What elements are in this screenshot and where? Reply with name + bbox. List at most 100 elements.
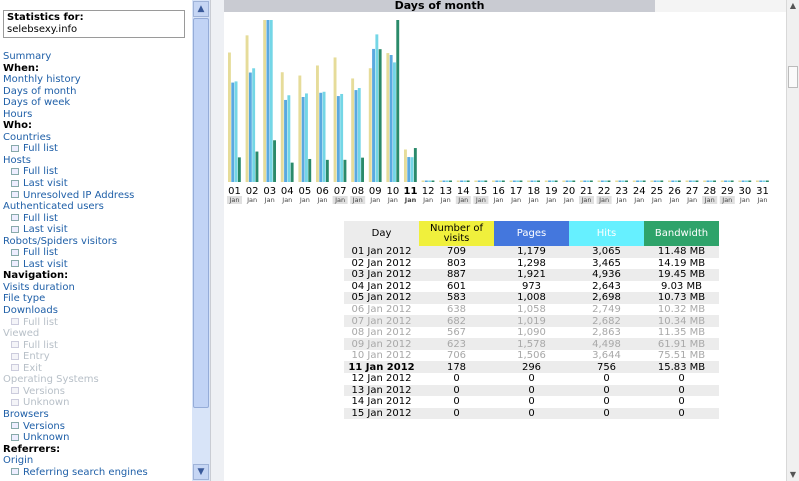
bar-pages-27	[688, 180, 692, 182]
sidebar-item-versions[interactable]: Versions	[3, 421, 191, 433]
sidebar-item-label: Days of month	[3, 85, 77, 97]
sidebar-item-last-visit[interactable]: Last visit	[3, 224, 191, 236]
cell-hits: 756	[569, 361, 644, 374]
bar-bandwidth-03	[273, 140, 276, 182]
bar-visits-12	[421, 180, 425, 182]
x-tick-sublabel: Jan	[721, 196, 732, 204]
sidebar-item-label: Who:	[3, 120, 33, 132]
cell-hits: 2,863	[569, 326, 644, 339]
bar-pages-31	[759, 180, 763, 182]
sidebar-item-countries[interactable]: Countries	[3, 132, 191, 144]
cell-day: 14 Jan 2012	[344, 396, 419, 408]
sidebar-item-label: Authenticated users	[3, 201, 104, 213]
x-tick-sublabel: Jan	[457, 196, 468, 204]
bar-hits-26	[674, 180, 678, 182]
list-bullet-icon	[11, 260, 19, 268]
bar-hits-28	[709, 180, 713, 182]
sidebar-item-downloads[interactable]: Downloads	[3, 305, 191, 317]
sidebar-item-label: Visits duration	[3, 281, 75, 293]
bar-pages-05	[301, 96, 305, 182]
header-pages: Pages	[494, 221, 569, 246]
table-row: 05 Jan 2012 583 1,008 2,698 10.73 MB	[344, 292, 719, 304]
bar-hits-02	[252, 68, 256, 182]
sidebar-item-browsers[interactable]: Browsers	[3, 409, 191, 421]
sidebar-item-label: Last visit	[23, 224, 68, 236]
scroll-down-arrow-icon[interactable]: ▼	[193, 464, 209, 480]
bar-bandwidth-05	[308, 158, 312, 182]
x-tick-sublabel: Jan	[510, 196, 521, 204]
cell-hits: 2,698	[569, 292, 644, 304]
bar-bandwidth-18	[537, 180, 540, 182]
bar-pages-03	[266, 20, 270, 182]
cell-bandwidth: 0	[644, 384, 719, 397]
scroll-up-arrow-icon[interactable]: ▲	[193, 1, 209, 17]
days-table: Day Number of visits Pages Hits Bandwidt…	[344, 221, 719, 420]
bar-pages-20	[565, 180, 569, 182]
frame-divider[interactable]	[210, 0, 224, 481]
sidebar-item-unknown[interactable]: Unknown	[3, 432, 191, 444]
bar-hits-06	[322, 91, 326, 182]
sidebar-item-hours[interactable]: Hours	[3, 109, 191, 121]
stats-for-label: Statistics for:	[7, 12, 84, 23]
site-name: selebsexy.info	[7, 24, 78, 35]
bar-bandwidth-27	[695, 180, 699, 182]
bar-visits-23	[615, 180, 619, 182]
list-bullet-icon	[11, 352, 19, 360]
bar-visits-31	[756, 180, 759, 182]
table-row: 15 Jan 2012 0 0 0 0	[344, 407, 719, 420]
bar-pages-04	[284, 99, 287, 182]
sidebar-item-last-visit[interactable]: Last visit	[3, 259, 191, 271]
bar-hits-04	[287, 95, 291, 182]
cell-hits: 3,465	[569, 257, 644, 270]
sidebar-item-monthly-history[interactable]: Monthly history	[3, 74, 191, 86]
scroll-down-arrow-icon[interactable]: ▼	[787, 469, 799, 481]
sidebar-item-label: Unresolved IP Address	[23, 189, 135, 201]
cell-visits: 0	[419, 384, 494, 397]
sidebar-item-full-list[interactable]: Full list	[3, 247, 191, 259]
scrollbar-thumb[interactable]	[788, 66, 798, 88]
sidebar-item-summary[interactable]: Summary	[3, 51, 191, 63]
bar-pages-16	[495, 180, 499, 182]
right-scrollbar[interactable]: ▲ ▼	[786, 0, 799, 481]
cell-visits: 567	[419, 326, 494, 339]
x-tick-sublabel: Jan	[475, 196, 486, 204]
cell-visits: 706	[419, 349, 494, 362]
sidebar-item-referring-search-engines[interactable]: Referring search engines	[3, 467, 191, 479]
cell-bandwidth: 9.03 MB	[644, 280, 719, 293]
cell-day: 09 Jan 2012	[344, 338, 419, 350]
table-row: 10 Jan 2012 706 1,506 3,644 75.51 MB	[344, 349, 719, 362]
bar-pages-18	[530, 180, 534, 182]
bar-visits-26	[668, 180, 671, 182]
table-row: 14 Jan 2012 0 0 0 0	[344, 396, 719, 408]
sidebar-item-unknown: Unknown	[3, 397, 191, 409]
list-bullet-icon	[11, 179, 19, 187]
sidebar-item-robots-spiders-visitors[interactable]: Robots/Spiders visitors	[3, 236, 191, 248]
bar-bandwidth-16	[501, 180, 505, 182]
bar-pages-19	[548, 180, 551, 182]
bar-visits-02	[245, 35, 249, 182]
sidebar-item-visits-duration[interactable]: Visits duration	[3, 282, 191, 294]
sidebar-item-authenticated-users[interactable]: Authenticated users	[3, 201, 191, 213]
sidebar-item-last-visit[interactable]: Last visit	[3, 178, 191, 190]
sidebar-item-days-of-week[interactable]: Days of week	[3, 97, 191, 109]
bar-bandwidth-08	[361, 157, 364, 182]
stats-for-box: Statistics for: selebsexy.info	[3, 10, 185, 38]
sidebar-item-file-type[interactable]: File type	[3, 293, 191, 305]
bar-visits-20	[562, 180, 566, 182]
scroll-up-arrow-icon[interactable]: ▲	[787, 0, 799, 12]
sidebar-item-label: Last visit	[23, 178, 68, 190]
bar-pages-17	[512, 180, 516, 182]
sidebar-item-origin[interactable]: Origin	[3, 455, 191, 467]
bar-pages-23	[618, 180, 622, 182]
sidebar-item-full-list[interactable]: Full list	[3, 143, 191, 155]
scrollbar-thumb[interactable]	[193, 18, 209, 408]
left-scrollbar[interactable]: ▲ ▼	[192, 0, 210, 481]
sidebar-item-label: Versions	[23, 420, 65, 432]
sidebar-item-days-of-month[interactable]: Days of month	[3, 86, 191, 98]
sidebar-item-full-list[interactable]: Full list	[3, 166, 191, 178]
bar-hits-21	[586, 180, 590, 182]
sidebar-item-full-list[interactable]: Full list	[3, 213, 191, 225]
sidebar-item-unresolved-ip-address[interactable]: Unresolved IP Address	[3, 190, 191, 202]
sidebar-item-hosts[interactable]: Hosts	[3, 155, 191, 167]
bar-visits-08	[351, 78, 355, 182]
